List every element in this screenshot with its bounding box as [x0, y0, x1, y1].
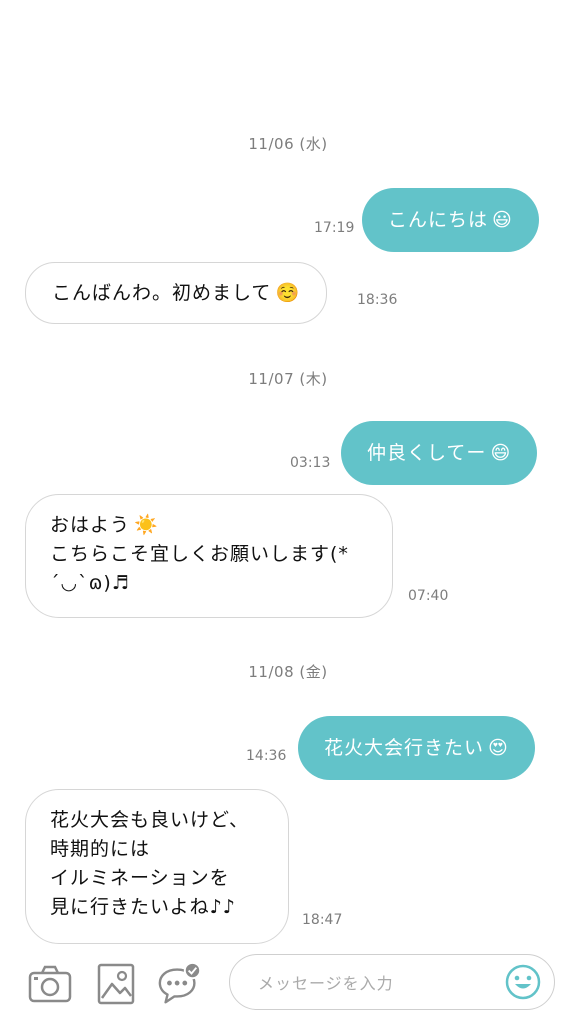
emoji-smiling: ☺️: [275, 281, 301, 304]
emoji-grin: 😄: [490, 441, 512, 464]
smile-icon: [505, 964, 541, 1000]
message-bubble-incoming[interactable]: こんばんわ。初めまして ☺️: [25, 262, 328, 324]
message-input-container[interactable]: [229, 954, 555, 1010]
message-time: 03:13: [290, 455, 331, 471]
message-input[interactable]: [256, 966, 490, 1000]
sun-icon: ☀️: [134, 514, 159, 536]
chat-bubble-check-icon: [158, 961, 202, 1004]
message-bubble-incoming[interactable]: おはよう ☀️ こちらこそ宜しくお願いします(* ´◡`ɷ)♬: [25, 494, 393, 618]
date-separator: 11/08 (金): [248, 663, 328, 681]
message-time: 07:40: [408, 588, 449, 604]
message-line: こちらこそ宜しくお願いします(*: [50, 543, 349, 565]
date-separator: 11/07 (木): [248, 370, 328, 388]
image-icon: [97, 963, 135, 1005]
message-bubble-outgoing[interactable]: 花火大会行きたい 😍: [298, 716, 535, 780]
message-line: 時期的には: [50, 838, 151, 860]
image-button[interactable]: [92, 960, 140, 1008]
message-line: ´◡`ɷ)♬: [50, 572, 130, 594]
message-bubble-incoming[interactable]: 花火大会も良いけど、 時期的には イルミネーションを 見に行きたいよね♪♪: [25, 789, 289, 944]
message-time: 17:19: [314, 220, 355, 236]
message-line: 花火大会も良いけど、: [50, 809, 250, 831]
emoji-grinning: 😃: [492, 208, 513, 231]
message-time: 14:36: [246, 748, 287, 764]
emoji-picker-button[interactable]: [505, 964, 541, 1000]
message-text: 仲良くしてー: [367, 441, 487, 464]
message-line: 見に行きたいよね♪♪: [50, 896, 236, 918]
message-text: 花火大会行きたい: [324, 736, 485, 759]
message-bubble-outgoing[interactable]: こんにちは 😃: [362, 188, 539, 252]
message-line: おはよう ☀️: [50, 514, 159, 536]
camera-button[interactable]: [26, 960, 74, 1008]
message-text: こんにちは: [388, 208, 489, 231]
camera-icon: [28, 965, 72, 1003]
message-time: 18:36: [357, 292, 398, 308]
stamp-button[interactable]: [156, 960, 204, 1008]
message-line: イルミネーションを: [50, 867, 230, 889]
date-separator: 11/06 (水): [248, 135, 328, 153]
message-bubble-outgoing[interactable]: 仲良くしてー 😄: [341, 421, 538, 485]
emoji-heart-eyes: 😍: [488, 736, 509, 759]
message-time: 18:47: [302, 912, 343, 928]
chat-thread[interactable]: 11/06 (水) こんにちは 😃 17:19 こんばんわ。初めまして ☺️ 1…: [0, 0, 576, 944]
message-text: こんばんわ。初めまして: [52, 281, 272, 304]
message-composer: [0, 944, 576, 1024]
